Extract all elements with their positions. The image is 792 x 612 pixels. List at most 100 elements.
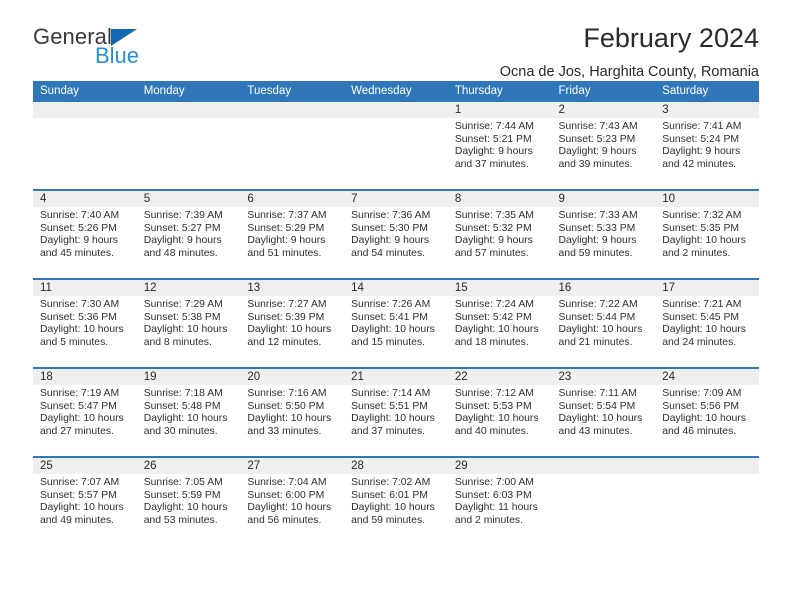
daylight-text-line2: and 39 minutes. xyxy=(558,158,633,170)
day-cell[interactable] xyxy=(551,456,656,545)
sunrise-text: Sunrise: 7:33 AM xyxy=(558,210,638,221)
day-cell[interactable]: 14 Sunrise: 7:26 AM Sunset: 5:41 PM Dayligh… xyxy=(344,278,448,368)
day-cell[interactable] xyxy=(655,456,759,545)
daylight-text-line2: and 40 minutes. xyxy=(454,425,529,437)
day-cell[interactable]: 10 Sunrise: 7:32 AM Sunset: 5:35 PM Dayligh… xyxy=(655,189,759,279)
day-cell[interactable]: 1 Sunrise: 7:44 AM Sunset: 5:21 PM Daylight… xyxy=(447,102,552,190)
day-cell[interactable]: 11 Sunrise: 7:30 AM Sunset: 5:36 PM Dayligh… xyxy=(33,278,137,368)
sunset-text: Sunset: 5:33 PM xyxy=(558,222,636,234)
day-cell[interactable]: 15 Sunrise: 7:24 AM Sunset: 5:42 PM Dayligh… xyxy=(447,278,552,368)
brand-logo[interactable]: General Blue xyxy=(33,26,233,74)
week-row: 25 Sunrise: 7:07 AM Sunset: 5:57 PM Dayligh… xyxy=(33,456,759,545)
day-cell[interactable] xyxy=(136,102,241,190)
daylight-text-line1: Daylight: 9 hours xyxy=(662,146,741,158)
day-cell[interactable]: 16 Sunrise: 7:22 AM Sunset: 5:44 PM Dayligh… xyxy=(551,278,656,368)
day-cell[interactable]: 7 Sunrise: 7:36 AM Sunset: 5:30 PM Daylight… xyxy=(344,189,448,279)
daylight-text-line1: Daylight: 11 hours xyxy=(454,502,538,514)
sunrise-text: Sunrise: 7:32 AM xyxy=(662,210,742,221)
daylight-text-line1: Daylight: 9 hours xyxy=(558,235,637,247)
day-details: Sunrise: 7:12 AM Sunset: 5:53 PM Daylight:… xyxy=(448,385,552,438)
daylight-text-line2: and 57 minutes. xyxy=(454,247,529,259)
day-cell[interactable]: 19 Sunrise: 7:18 AM Sunset: 5:48 PM Dayligh… xyxy=(136,367,241,457)
day-cell[interactable]: 9 Sunrise: 7:33 AM Sunset: 5:33 PM Daylight… xyxy=(551,189,656,279)
day-details: Sunrise: 7:39 AM Sunset: 5:27 PM Daylight:… xyxy=(137,207,241,260)
day-number: 26 xyxy=(136,458,241,474)
day-cell[interactable] xyxy=(33,102,137,190)
day-cell[interactable]: 20 Sunrise: 7:16 AM Sunset: 5:50 PM Dayligh… xyxy=(240,367,345,457)
day-number: 8 xyxy=(447,191,552,207)
day-number: 24 xyxy=(655,369,759,385)
day-cell[interactable]: 25 Sunrise: 7:07 AM Sunset: 5:57 PM Dayligh… xyxy=(33,456,137,545)
sunrise-text: Sunrise: 7:43 AM xyxy=(558,121,638,132)
day-details: Sunrise: 7:26 AM Sunset: 5:41 PM Daylight:… xyxy=(344,296,448,349)
day-cell[interactable]: 5 Sunrise: 7:39 AM Sunset: 5:27 PM Daylight… xyxy=(136,189,241,279)
daylight-text-line1: Daylight: 9 hours xyxy=(454,146,533,158)
sunrise-text: Sunrise: 7:26 AM xyxy=(351,299,431,310)
day-number: 18 xyxy=(33,369,137,385)
daylight-text-line1: Daylight: 10 hours xyxy=(558,413,643,425)
day-cell[interactable]: 6 Sunrise: 7:37 AM Sunset: 5:29 PM Daylight… xyxy=(240,189,345,279)
sunrise-text: Sunrise: 7:12 AM xyxy=(454,388,534,399)
brand-name-blue: Blue xyxy=(95,43,140,68)
day-cell[interactable]: 22 Sunrise: 7:12 AM Sunset: 5:53 PM Dayligh… xyxy=(447,367,552,457)
day-cell[interactable]: 17 Sunrise: 7:21 AM Sunset: 5:45 PM Dayligh… xyxy=(655,278,759,368)
calendar-table: Sunday Monday Tuesday Wednesday Thursday… xyxy=(33,81,759,545)
day-cell[interactable]: 29 Sunrise: 7:00 AM Sunset: 6:03 PM Dayligh… xyxy=(447,456,552,545)
day-cell[interactable]: 21 Sunrise: 7:14 AM Sunset: 5:51 PM Dayligh… xyxy=(344,367,448,457)
daylight-text-line1: Daylight: 10 hours xyxy=(247,502,332,514)
day-cell[interactable]: 2 Sunrise: 7:43 AM Sunset: 5:23 PM Daylight… xyxy=(551,102,656,190)
day-cell[interactable] xyxy=(240,102,345,190)
daylight-text-line2: and 59 minutes. xyxy=(351,514,426,526)
day-number: 16 xyxy=(551,280,656,296)
day-cell[interactable]: 24 Sunrise: 7:09 AM Sunset: 5:56 PM Dayligh… xyxy=(655,367,759,457)
daylight-text-line1: Daylight: 10 hours xyxy=(662,324,746,336)
day-details: Sunrise: 7:00 AM Sunset: 6:03 PM Daylight:… xyxy=(448,474,552,527)
daylight-text-line2: and 46 minutes. xyxy=(662,425,737,437)
sunrise-text: Sunrise: 7:36 AM xyxy=(351,210,431,221)
sunset-text: Sunset: 5:35 PM xyxy=(662,222,740,234)
day-details: Sunrise: 7:35 AM Sunset: 5:32 PM Daylight:… xyxy=(448,207,552,260)
day-number: 6 xyxy=(240,191,345,207)
sunrise-text: Sunrise: 7:21 AM xyxy=(662,299,742,310)
day-number: 17 xyxy=(655,280,759,296)
day-cell[interactable]: 23 Sunrise: 7:11 AM Sunset: 5:54 PM Dayligh… xyxy=(551,367,656,457)
day-cell[interactable]: 3 Sunrise: 7:41 AM Sunset: 5:24 PM Daylight… xyxy=(655,102,759,190)
week-row: 1 Sunrise: 7:44 AM Sunset: 5:21 PM Daylight… xyxy=(33,102,759,190)
day-number: 9 xyxy=(551,191,656,207)
sunset-text: Sunset: 5:45 PM xyxy=(662,311,740,323)
day-number: 14 xyxy=(344,280,448,296)
daylight-text-line1: Daylight: 10 hours xyxy=(143,413,228,425)
sunrise-text: Sunrise: 7:40 AM xyxy=(40,210,120,221)
day-details: Sunrise: 7:27 AM Sunset: 5:39 PM Daylight:… xyxy=(240,296,344,349)
day-cell[interactable]: 13 Sunrise: 7:27 AM Sunset: 5:39 PM Dayligh… xyxy=(240,278,345,368)
sunset-text: Sunset: 5:30 PM xyxy=(351,222,428,234)
day-details: Sunrise: 7:44 AM Sunset: 5:21 PM Daylight:… xyxy=(448,118,552,171)
day-number: 7 xyxy=(344,191,448,207)
daylight-text-line2: and 45 minutes. xyxy=(40,247,114,259)
day-number xyxy=(551,458,656,474)
sunset-text: Sunset: 5:59 PM xyxy=(143,489,221,501)
weekday-header-sunday: Sunday xyxy=(33,81,137,102)
day-details: Sunrise: 7:11 AM Sunset: 5:54 PM Daylight:… xyxy=(552,385,656,438)
day-cell[interactable]: 28 Sunrise: 7:02 AM Sunset: 6:01 PM Dayligh… xyxy=(344,456,448,545)
sunrise-text: Sunrise: 7:04 AM xyxy=(247,477,327,488)
day-cell[interactable]: 26 Sunrise: 7:05 AM Sunset: 5:59 PM Dayligh… xyxy=(136,456,241,545)
day-details xyxy=(344,118,448,121)
day-cell[interactable]: 4 Sunrise: 7:40 AM Sunset: 5:26 PM Daylight… xyxy=(33,189,137,279)
day-cell[interactable]: 8 Sunrise: 7:35 AM Sunset: 5:32 PM Daylight… xyxy=(447,189,552,279)
daylight-text-line2: and 5 minutes. xyxy=(40,336,109,348)
daylight-text-line2: and 21 minutes. xyxy=(558,336,633,348)
day-cell[interactable] xyxy=(344,102,448,190)
daylight-text-line1: Daylight: 10 hours xyxy=(247,413,332,425)
day-cell[interactable]: 27 Sunrise: 7:04 AM Sunset: 6:00 PM Dayligh… xyxy=(240,456,345,545)
day-cell[interactable]: 12 Sunrise: 7:29 AM Sunset: 5:38 PM Dayligh… xyxy=(136,278,241,368)
day-number: 10 xyxy=(655,191,759,207)
sunrise-text: Sunrise: 7:41 AM xyxy=(662,121,742,132)
day-number: 27 xyxy=(240,458,345,474)
sunrise-text: Sunrise: 7:19 AM xyxy=(40,388,120,399)
day-cell[interactable]: 18 Sunrise: 7:19 AM Sunset: 5:47 PM Dayligh… xyxy=(33,367,137,457)
day-number xyxy=(240,102,345,118)
daylight-text-line1: Daylight: 9 hours xyxy=(351,235,430,247)
sunrise-text: Sunrise: 7:24 AM xyxy=(454,299,534,310)
sunrise-text: Sunrise: 7:29 AM xyxy=(143,299,223,310)
